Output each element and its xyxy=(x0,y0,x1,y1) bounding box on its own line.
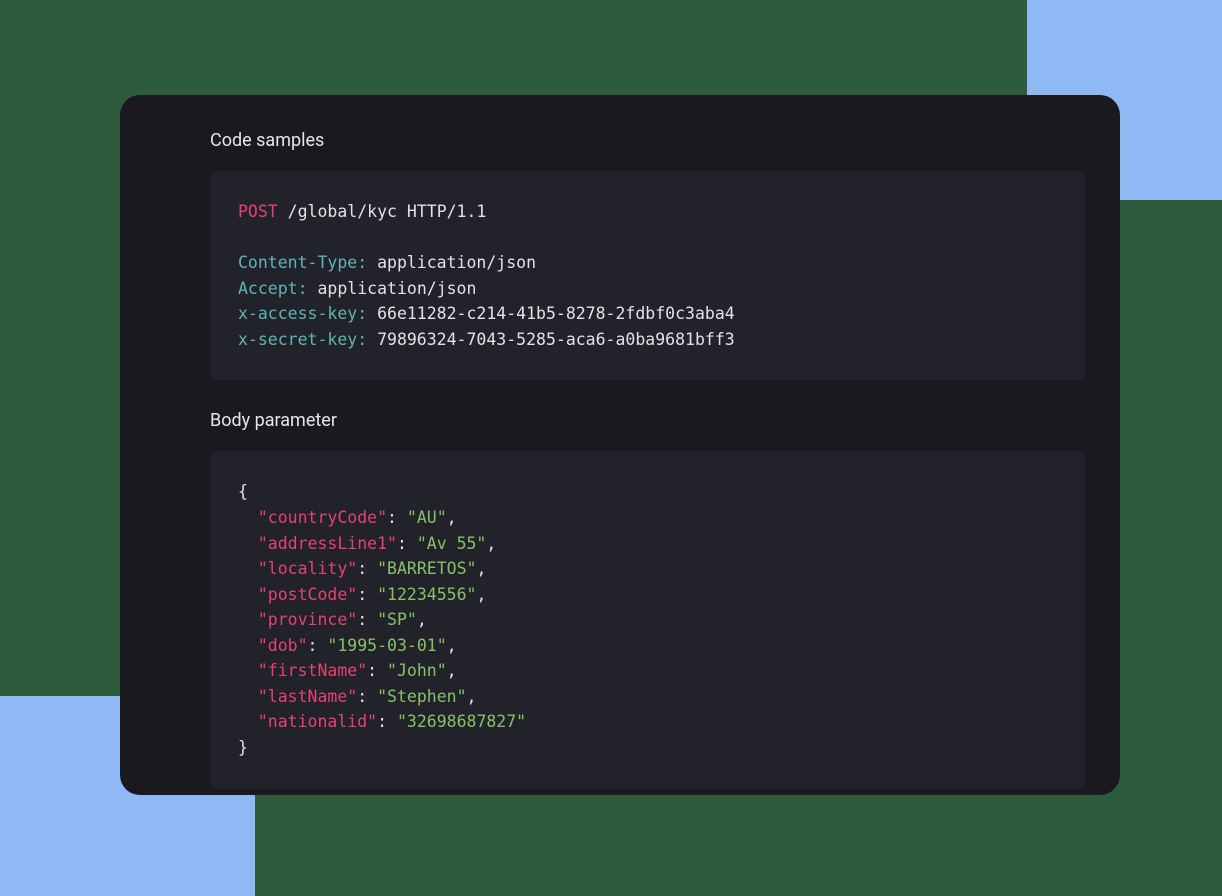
json-colon: : xyxy=(357,610,377,629)
json-indent xyxy=(238,559,258,578)
http-request-line: POST /global/kyc HTTP/1.1 xyxy=(238,199,1057,225)
header-content-type: Content-Type: application/json xyxy=(238,250,1057,276)
header-value: application/json xyxy=(367,253,536,272)
json-colon: : xyxy=(357,687,377,706)
header-label: Content-Type: xyxy=(238,253,367,272)
json-colon: : xyxy=(357,559,377,578)
json-value: "1995-03-01" xyxy=(327,636,446,655)
json-value: "12234556" xyxy=(377,585,476,604)
json-indent xyxy=(238,585,258,604)
header-label: x-secret-key: xyxy=(238,330,367,349)
json-value: "BARRETOS" xyxy=(377,559,476,578)
json-colon: : xyxy=(377,712,397,731)
json-colon: : xyxy=(308,636,328,655)
json-open-brace: { xyxy=(238,479,1057,505)
json-value: "32698687827" xyxy=(397,712,526,731)
json-indent xyxy=(238,534,258,553)
http-path: /global/kyc HTTP/1.1 xyxy=(278,202,487,221)
json-field-line: "locality": "BARRETOS", xyxy=(238,556,1057,582)
json-key: "nationalid" xyxy=(258,712,377,731)
json-field-line: "lastName": "Stephen", xyxy=(238,684,1057,710)
json-colon: : xyxy=(357,585,377,604)
http-code-block: POST /global/kyc HTTP/1.1 Content-Type: … xyxy=(210,171,1085,380)
json-comma: , xyxy=(467,687,477,706)
header-x-secret-key: x-secret-key: 79896324-7043-5285-aca6-a0… xyxy=(238,327,1057,353)
json-field-line: "firstName": "John", xyxy=(238,658,1057,684)
json-indent xyxy=(238,661,258,680)
blank-line xyxy=(238,225,1057,251)
header-x-access-key: x-access-key: 66e11282-c214-41b5-8278-2f… xyxy=(238,301,1057,327)
header-value: application/json xyxy=(308,279,477,298)
json-key: "addressLine1" xyxy=(258,534,397,553)
json-key: "firstName" xyxy=(258,661,367,680)
json-field-line: "postCode": "12234556", xyxy=(238,582,1057,608)
code-card: Code samples POST /global/kyc HTTP/1.1 C… xyxy=(120,95,1120,795)
json-indent xyxy=(238,610,258,629)
json-comma: , xyxy=(447,636,457,655)
json-comma: , xyxy=(447,508,457,527)
json-value: "Av 55" xyxy=(417,534,487,553)
json-key: "countryCode" xyxy=(258,508,387,527)
header-value: 66e11282-c214-41b5-8278-2fdbf0c3aba4 xyxy=(367,304,735,323)
json-colon: : xyxy=(367,661,387,680)
json-value: "AU" xyxy=(407,508,447,527)
json-value: "Stephen" xyxy=(377,687,466,706)
json-key: "locality" xyxy=(258,559,357,578)
http-method: POST xyxy=(238,202,278,221)
json-key: "postCode" xyxy=(258,585,357,604)
json-colon: : xyxy=(397,534,417,553)
header-value: 79896324-7043-5285-aca6-a0ba9681bff3 xyxy=(367,330,735,349)
header-label: x-access-key: xyxy=(238,304,367,323)
code-samples-heading: Code samples xyxy=(210,130,1085,151)
json-field-line: "dob": "1995-03-01", xyxy=(238,633,1057,659)
json-field-line: "province": "SP", xyxy=(238,607,1057,633)
json-indent xyxy=(238,636,258,655)
json-indent xyxy=(238,712,258,731)
json-value: "John" xyxy=(387,661,447,680)
json-comma: , xyxy=(476,559,486,578)
json-field-line: "countryCode": "AU", xyxy=(238,505,1057,531)
json-comma: , xyxy=(476,585,486,604)
header-label: Accept: xyxy=(238,279,308,298)
json-colon: : xyxy=(387,508,407,527)
json-field-line: "addressLine1": "Av 55", xyxy=(238,531,1057,557)
header-accept: Accept: application/json xyxy=(238,276,1057,302)
json-key: "dob" xyxy=(258,636,308,655)
json-comma: , xyxy=(447,661,457,680)
json-key: "province" xyxy=(258,610,357,629)
json-key: "lastName" xyxy=(258,687,357,706)
json-indent xyxy=(238,508,258,527)
json-comma: , xyxy=(417,610,427,629)
json-field-line: "nationalid": "32698687827" xyxy=(238,709,1057,735)
json-value: "SP" xyxy=(377,610,417,629)
body-code-block: { "countryCode": "AU", "addressLine1": "… xyxy=(210,451,1085,788)
json-fields: "countryCode": "AU", "addressLine1": "Av… xyxy=(238,505,1057,735)
json-indent xyxy=(238,687,258,706)
json-comma: , xyxy=(486,534,496,553)
body-parameter-heading: Body parameter xyxy=(210,410,1085,431)
json-close-brace: } xyxy=(238,735,1057,761)
